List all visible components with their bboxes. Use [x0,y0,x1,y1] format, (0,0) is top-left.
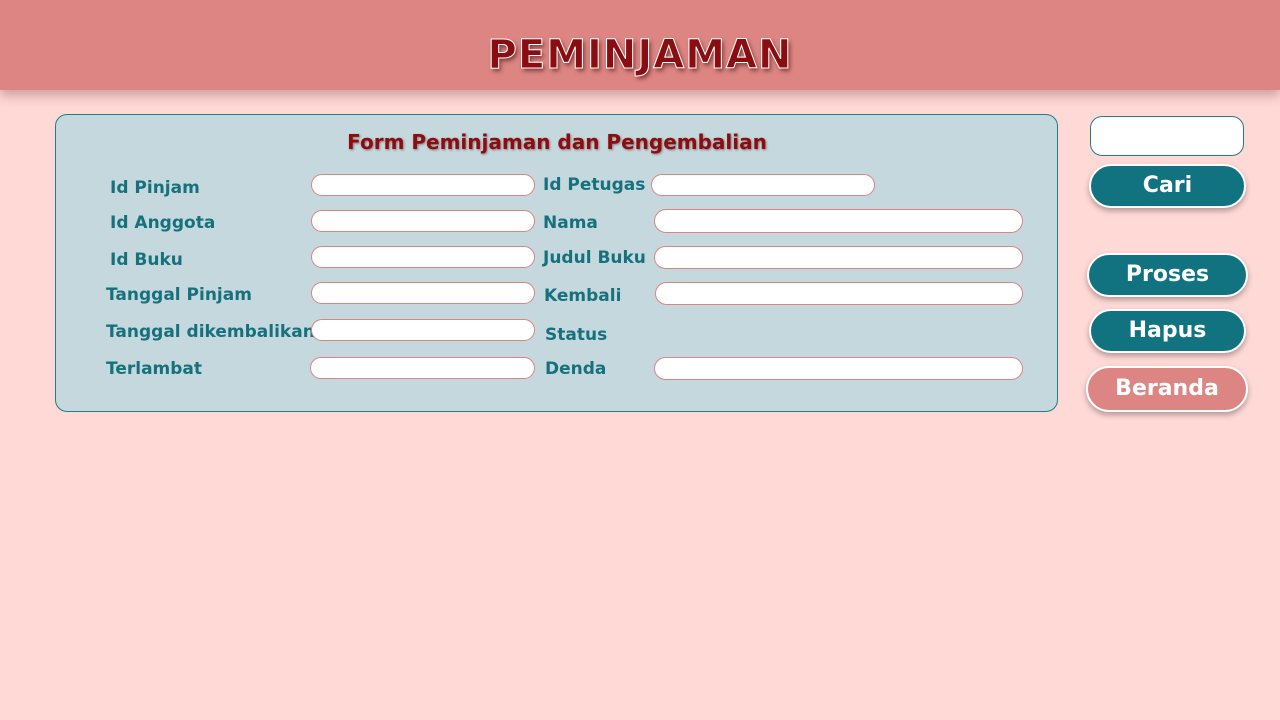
judul-buku-input[interactable] [654,246,1023,269]
proses-button[interactable]: Proses [1087,253,1248,297]
id-pinjam-label: Id Pinjam [110,178,200,198]
judul-buku-label: Judul Buku [543,248,646,268]
id-pinjam-input[interactable] [311,174,535,196]
terlambat-input[interactable] [310,357,535,379]
form-title: Form Peminjaman dan Pengembalian [347,130,767,154]
kembali-label: Kembali [544,286,622,306]
id-anggota-label: Id Anggota [110,213,216,233]
nama-label: Nama [543,213,598,233]
status-label: Status [545,325,608,345]
cari-button[interactable]: Cari [1089,164,1246,208]
id-anggota-input[interactable] [311,210,535,232]
tanggal-dikembalikan-input[interactable] [311,319,535,341]
tanggal-pinjam-input[interactable] [311,282,535,304]
id-petugas-input[interactable] [651,174,875,196]
search-input[interactable] [1090,116,1244,156]
tanggal-dikembalikan-label: Tanggal dikembalikan [106,322,315,342]
denda-label: Denda [545,359,607,379]
hapus-button[interactable]: Hapus [1089,309,1246,353]
id-petugas-label: Id Petugas [543,175,646,195]
id-buku-label: Id Buku [110,250,183,270]
beranda-button[interactable]: Beranda [1086,366,1248,412]
terlambat-label: Terlambat [106,359,203,379]
id-buku-input[interactable] [311,246,535,268]
denda-input[interactable] [654,357,1023,380]
nama-input[interactable] [654,209,1023,233]
kembali-input[interactable] [655,282,1023,305]
tanggal-pinjam-label: Tanggal Pinjam [106,285,252,305]
page-title: PEMINJAMAN [487,32,793,79]
